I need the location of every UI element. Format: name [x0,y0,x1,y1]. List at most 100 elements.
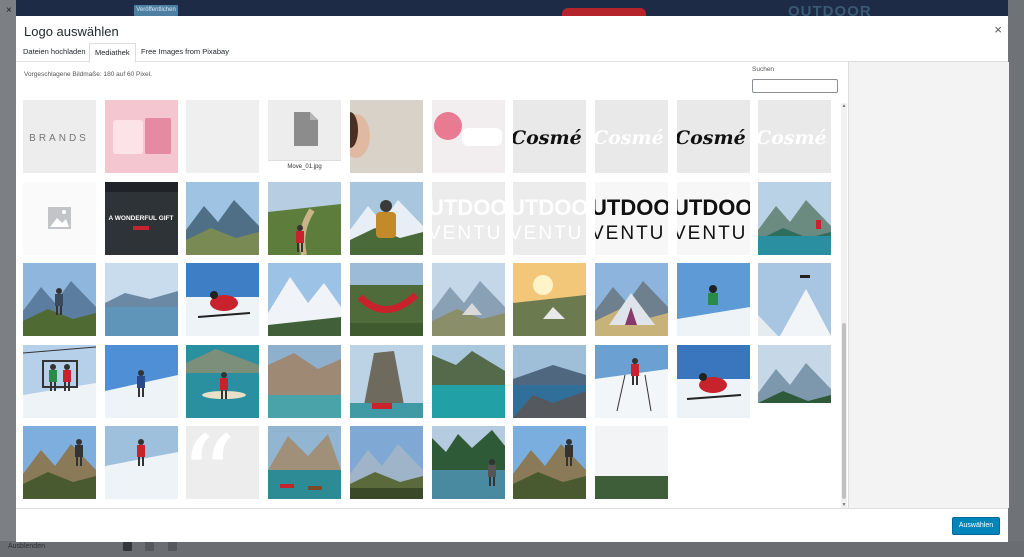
tab-pixabay[interactable]: Free Images from Pixabay [136,43,234,61]
backdrop-collapse-label: Ausblenden [8,543,45,550]
thumbnail-image [594,263,668,337]
thumbnail-image: Cosmé [594,100,668,173]
media-thumbnail-cosme-white-2[interactable]: Cosmé [758,100,832,173]
media-thumbnail-outdoor-logo-white-2[interactable]: UTDOO VENTU [513,181,587,255]
thumbnail-image [23,181,96,255]
media-thumbnail-brands-logo[interactable]: BRANDS [23,100,96,173]
thumbnail-image [23,426,96,500]
media-thumbnail-mountain-vista[interactable] [349,426,423,500]
media-thumbnail-cosme-dark-2[interactable]: Cosmé [676,100,750,173]
backdrop-close-icon: × [6,5,12,16]
mobile-preview-icon [168,542,177,551]
media-thumbnail-forest-valley[interactable] [758,344,832,418]
media-thumbnail-drone-snow[interactable] [758,263,832,337]
file-name-label: Move_01.jpg [268,160,342,173]
modal-footer: Auswählen [16,508,1008,542]
close-icon[interactable]: × [994,22,1002,37]
tile-logo-text: VENTU [595,223,665,244]
media-thumbnail-jumping-skier[interactable] [676,263,750,337]
media-thumbnail-placeholder-image[interactable] [23,181,96,255]
media-thumbnail-skier-poles[interactable] [594,344,668,418]
media-thumbnail-skier-red-2[interactable] [676,344,750,418]
thumbnail-image: UTDOO VENTU [594,181,668,255]
media-thumbnail-hiker-peak[interactable] [23,426,96,500]
media-thumbnail-misty-forest[interactable] [594,426,668,500]
thumbnail-image [431,263,505,337]
media-thumbnail-outdoor-logo-white[interactable]: UTDOO VENTU [431,181,505,255]
tile-logo-text: UTDOO [513,195,586,220]
tile-logo-text: VENTU [513,223,583,244]
tile-logo-text: Cosmé [677,127,746,149]
size-hint: Vorgeschlagene Bildmaße: 180 auf 60 Pixe… [24,71,152,78]
scroll-thumb[interactable] [842,323,846,499]
select-button[interactable]: Auswählen [952,517,1000,535]
tile-logo-text: Cosmé [758,127,827,149]
thumbnail-image [186,344,260,418]
media-thumbnail-quote-marks[interactable]: “ [186,426,260,500]
media-thumbnail-woman-face[interactable] [349,100,423,173]
media-thumbnail-file-document[interactable]: Move_01.jpg [268,100,342,173]
media-thumbnail-backpack-hiker[interactable] [349,181,423,255]
tile-quote-glyph: “ [186,426,236,499]
media-thumbnail-snowy-peaks[interactable] [268,263,342,337]
media-thumbnail-fjord-rocks[interactable] [513,344,587,418]
thumbnail-image [594,426,668,500]
tab-upload-files[interactable]: Dateien hochladen [18,43,91,61]
attachment-details-sidebar [848,62,1009,508]
media-thumbnail-mountain-lake-kayak[interactable] [758,181,832,255]
media-thumbnail-gift-web-banner[interactable]: A WONDERFUL GIFT [104,181,178,255]
media-thumbnail-hiker-peak-2[interactable] [513,426,587,500]
media-thumbnail-lake-valley[interactable] [104,263,178,337]
media-thumbnail-outdoor-logo-black-2[interactable]: UTDOO VENTU [676,181,750,255]
media-thumbnail-river-hiker[interactable] [431,426,505,500]
thumbnail-image [758,181,832,255]
media-thumbnail-sunset-tent[interactable] [513,263,587,337]
scroll-up-icon[interactable]: ▲ [841,103,847,109]
media-thumbnail-hammock-camp[interactable] [349,263,423,337]
thumbnail-image [186,100,260,173]
media-thumbnail-pink-cream[interactable] [431,100,505,173]
thumbnail-image: Cosmé [513,100,587,173]
media-thumbnail-blank[interactable] [186,100,260,173]
thumbnail-image [513,263,587,337]
media-thumbnail-turquoise-bay[interactable] [431,344,505,418]
thumbnail-image [431,100,505,173]
thumbnail-image [268,263,342,337]
thumbnail-image [349,181,423,255]
grid-scrollbar[interactable]: ▲ ▼ [841,103,847,508]
thumbnail-image [104,344,178,418]
media-thumbnail-rock-boat[interactable] [349,344,423,418]
tab-media-library[interactable]: Mediathek [89,43,136,63]
thumbnail-image [676,263,750,337]
backdrop-publish-button: Veröffentlichen [134,5,178,16]
thumbnail-image [268,426,342,500]
media-thumbnail-cosme-white[interactable]: Cosmé [594,100,668,173]
media-thumbnail-tent-mountain[interactable] [594,263,668,337]
media-thumbnail-dolomite-lake[interactable] [268,344,342,418]
media-thumbnail-boats-lake[interactable] [268,426,342,500]
media-thumbnail-cyclist-mountains[interactable] [23,263,96,337]
media-thumbnail-pink-cosmetics[interactable] [104,100,178,173]
media-thumbnail-skier-red[interactable] [186,263,260,337]
media-thumbnail-trail-runner[interactable] [268,181,342,255]
thumbnail-image: “ [186,426,260,500]
tile-logo-text: VENTU [677,223,747,244]
thumbnail-image [186,181,260,255]
thumbnail-image [268,344,342,418]
media-thumbnail-cosme-dark[interactable]: Cosmé [513,100,587,173]
thumbnail-image [513,344,587,418]
backdrop-red-shape [562,8,646,16]
media-thumbnail-kayak-lake[interactable] [186,344,260,418]
media-thumbnail-tent-valley[interactable] [431,263,505,337]
tile-logo-text: UTDOO [432,195,505,220]
thumbnail-image [186,263,260,337]
media-thumbnail-outdoor-logo-black[interactable]: UTDOO VENTU [594,181,668,255]
thumbnail-image [349,344,423,418]
search-input[interactable] [752,79,838,93]
desktop-preview-icon [123,542,132,551]
media-thumbnail-mountain-hiker[interactable] [186,181,260,255]
thumbnail-image [349,426,423,500]
media-thumbnail-skier-portrait[interactable] [104,426,178,500]
media-thumbnail-snow-climber[interactable] [104,344,178,418]
media-thumbnail-ski-lift[interactable] [23,344,96,418]
